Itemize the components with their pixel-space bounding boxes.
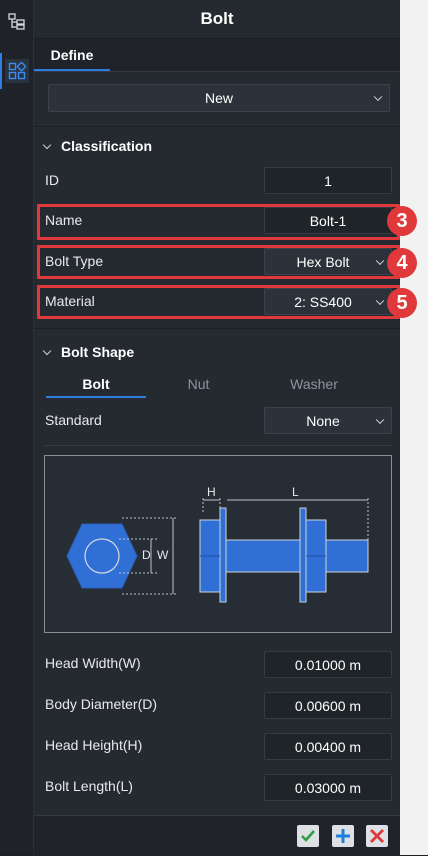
callout-box-material: [37, 285, 400, 319]
bolt-length-value: 0.03000 m: [294, 779, 362, 796]
diagram-label-l: L: [292, 485, 299, 499]
parts-icon[interactable]: [0, 53, 29, 89]
shape-tabs: Bolt Nut Washer: [46, 372, 386, 398]
standard-value: None: [306, 412, 340, 429]
body-diameter-label: Body Diameter(D): [45, 696, 158, 712]
tab-bar: Define: [34, 39, 400, 72]
footer-bar: [34, 815, 400, 856]
divider: [44, 445, 392, 446]
divider: [34, 328, 400, 329]
callout-box-name: [37, 204, 400, 240]
chevron-down-icon: [42, 140, 52, 149]
divider: [34, 126, 400, 127]
classification-header[interactable]: Classification: [42, 138, 153, 154]
left-rail: [0, 0, 34, 855]
tab-bolt[interactable]: Bolt: [46, 372, 146, 398]
diagram-label-h: H: [207, 485, 216, 499]
bolt-length-field[interactable]: 0.03000 m: [264, 774, 392, 801]
panel-title: Bolt: [34, 0, 400, 39]
head-height-value: 0.00400 m: [294, 738, 362, 755]
standard-label: Standard: [45, 412, 102, 428]
tree-icon[interactable]: [5, 10, 29, 34]
check-icon[interactable]: [297, 825, 319, 847]
id-value: 1: [324, 172, 332, 189]
chevron-down-icon: [373, 92, 383, 102]
plus-icon[interactable]: [332, 825, 354, 847]
close-icon[interactable]: [366, 825, 388, 847]
head-height-field[interactable]: 0.00400 m: [264, 733, 392, 760]
bolt-shape-header[interactable]: Bolt Shape: [42, 344, 135, 360]
new-select-value: New: [204, 90, 233, 106]
classification-title: Classification: [61, 138, 153, 154]
tab-washer[interactable]: Washer: [264, 372, 364, 396]
new-select[interactable]: New: [48, 84, 390, 112]
callout-badge-4: 4: [387, 248, 417, 278]
callout-box-bolt-type: [37, 245, 400, 279]
callout-badge-3: 3: [387, 206, 417, 236]
standard-select[interactable]: None: [264, 407, 392, 434]
bolt-diagram: D W H L: [44, 455, 392, 633]
bolt-shape-title: Bolt Shape: [61, 344, 135, 360]
bolt-panel: Bolt Define New Classification ID 1 Name…: [34, 0, 400, 856]
bolt-length-label: Bolt Length(L): [45, 778, 133, 794]
head-width-value: 0.01000 m: [294, 656, 362, 673]
chevron-down-icon: [42, 346, 52, 355]
chevron-down-icon: [375, 415, 385, 424]
body-diameter-value: 0.00600 m: [294, 697, 362, 714]
id-label: ID: [45, 172, 59, 188]
callout-badge-5: 5: [387, 288, 417, 318]
tab-define[interactable]: Define: [34, 39, 110, 71]
head-height-label: Head Height(H): [45, 737, 143, 753]
diagram-label-w: W: [157, 548, 169, 562]
scrollbar[interactable]: [400, 0, 428, 855]
diagram-label-d: D: [142, 548, 151, 562]
tab-nut[interactable]: Nut: [161, 372, 236, 396]
head-width-label: Head Width(W): [45, 655, 141, 671]
body-diameter-field[interactable]: 0.00600 m: [264, 692, 392, 719]
head-width-field[interactable]: 0.01000 m: [264, 651, 392, 678]
id-field[interactable]: 1: [264, 167, 392, 194]
